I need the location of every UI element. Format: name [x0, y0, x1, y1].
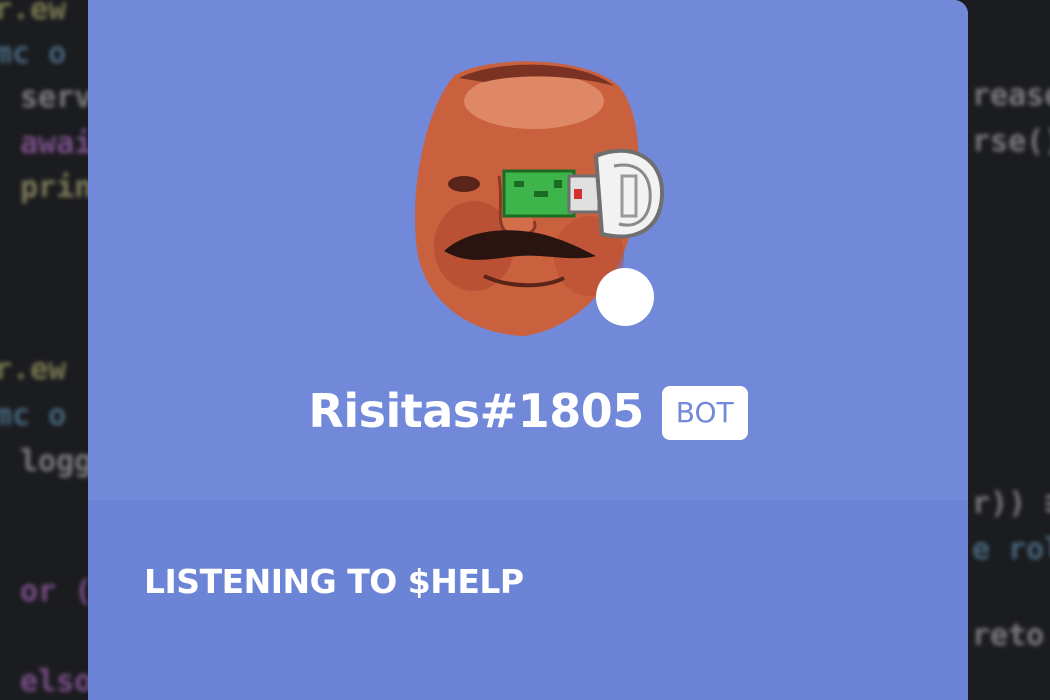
bg-code-line: r.ew [0, 0, 67, 27]
bot-tag-badge: BOT [661, 386, 748, 440]
activity-status: LISTENING TO $HELP [144, 562, 524, 601]
user-profile-popout: Risitas#1805 BOT LISTENING TO $HELP [88, 0, 968, 700]
bg-code-line: awai [20, 126, 93, 161]
bg-code-line: r.ew [0, 352, 67, 387]
bg-code-line: rse()) [972, 124, 1050, 159]
bg-code-line: elso [20, 664, 93, 699]
bg-code-line: logg [20, 444, 93, 479]
online-status-indicator [596, 268, 654, 326]
username[interactable]: Risitas#1805 [308, 384, 644, 438]
bg-code-line: or ( [20, 574, 93, 609]
bg-code-line: r)) ≡ [972, 486, 1050, 521]
bg-code-line: serv [20, 80, 93, 115]
name-row: Risitas#1805 BOT [88, 378, 968, 444]
profile-header: Risitas#1805 BOT [88, 0, 968, 500]
bg-code-line: mc o [0, 398, 67, 433]
bg-code-line: rease [972, 78, 1050, 113]
bg-code-line: reto [972, 618, 1045, 653]
bg-code-line: mc o [0, 36, 67, 71]
bg-code-line: e rol [972, 532, 1050, 567]
avatar[interactable] [414, 56, 664, 338]
